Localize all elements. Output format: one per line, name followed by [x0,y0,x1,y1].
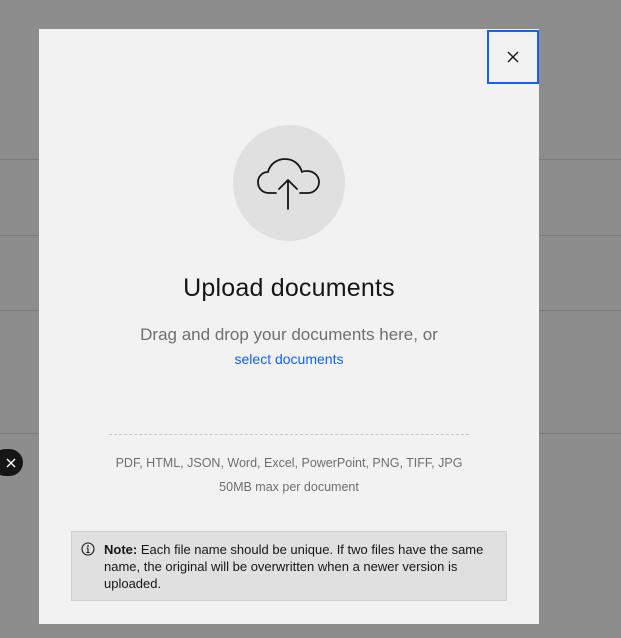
select-documents-link[interactable]: select documents [39,351,539,367]
divider [109,434,469,435]
modal-title: Upload documents [183,274,395,302]
note-label: Note: [104,542,138,557]
background-close-chip [0,449,23,476]
note-text: Each file name should be unique. If two … [104,542,484,591]
max-file-size: 50MB max per document [219,480,359,494]
cloud-upload-icon [257,158,320,210]
unique-filename-note: Note: Each file name should be unique. I… [71,531,507,601]
close-button[interactable] [487,30,539,84]
upload-drop-icon[interactable] [233,125,345,241]
close-icon [6,458,15,467]
drag-drop-instructions: Drag and drop your documents here, or [140,325,438,344]
supported-formats: PDF, HTML, JSON, Word, Excel, PowerPoint… [115,456,463,470]
info-icon [81,542,95,556]
upload-modal: Upload documents Drag and drop your docu… [39,29,539,624]
close-icon [507,51,519,63]
